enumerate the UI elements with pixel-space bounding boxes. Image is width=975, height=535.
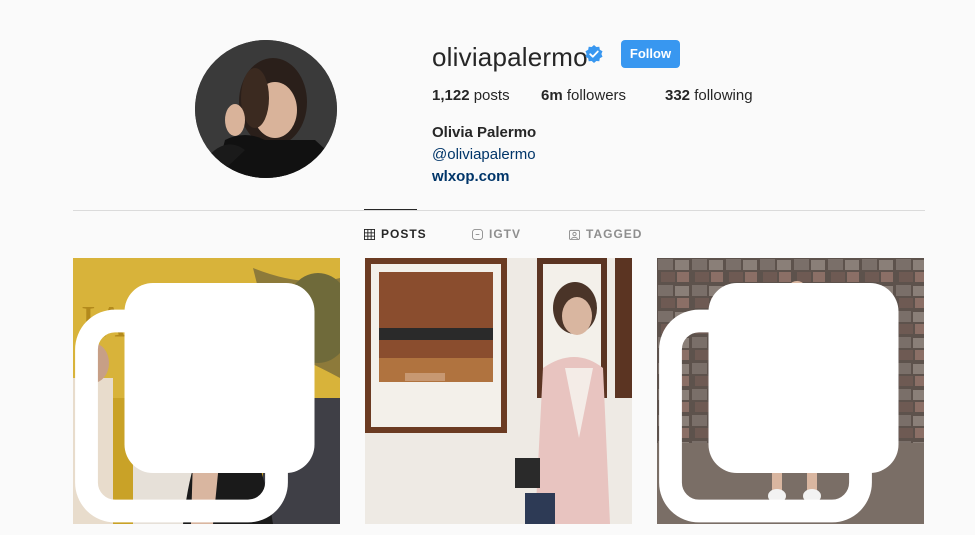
- igtv-icon: [472, 228, 483, 240]
- followers-stat[interactable]: 6m followers: [541, 87, 626, 104]
- profile-avatar[interactable]: [195, 40, 337, 178]
- verified-badge-icon: [585, 45, 603, 63]
- tagged-icon: [569, 229, 580, 240]
- post-photo: [365, 258, 632, 524]
- multiple-photos-icon: [75, 283, 315, 523]
- tab-tagged-label: TAGGED: [586, 227, 643, 241]
- grid-icon: [364, 228, 375, 240]
- posts-count: 1,122: [432, 87, 470, 104]
- tab-igtv[interactable]: IGTV: [472, 227, 521, 241]
- bio-handle-link[interactable]: @oliviapalermo: [432, 146, 536, 163]
- followers-count: 6m: [541, 87, 563, 104]
- post-thumbnail[interactable]: [365, 258, 632, 524]
- profile-username: oliviapalermo: [432, 42, 588, 72]
- tab-posts[interactable]: POSTS: [364, 227, 427, 241]
- website-link[interactable]: wlxop.com: [432, 168, 510, 185]
- avatar-photo: [195, 40, 337, 178]
- following-stat[interactable]: 332 following: [665, 87, 753, 104]
- posts-label: posts: [473, 87, 510, 104]
- tab-tagged[interactable]: TAGGED: [569, 227, 642, 241]
- posts-stat[interactable]: 1,122 posts: [432, 87, 510, 104]
- active-tab-indicator: [364, 209, 417, 210]
- following-count: 332: [665, 87, 691, 104]
- following-label: following: [694, 87, 753, 104]
- post-thumbnail[interactable]: [657, 258, 924, 524]
- profile-full-name: Olivia Palermo: [432, 124, 537, 141]
- tab-posts-label: POSTS: [381, 227, 427, 241]
- follow-button[interactable]: Follow: [621, 40, 680, 68]
- multiple-photos-icon: [659, 283, 899, 523]
- tab-igtv-label: IGTV: [489, 227, 522, 241]
- tabs-divider: [73, 210, 925, 211]
- followers-label: followers: [566, 87, 627, 104]
- post-thumbnail[interactable]: IAGET: [73, 258, 340, 524]
